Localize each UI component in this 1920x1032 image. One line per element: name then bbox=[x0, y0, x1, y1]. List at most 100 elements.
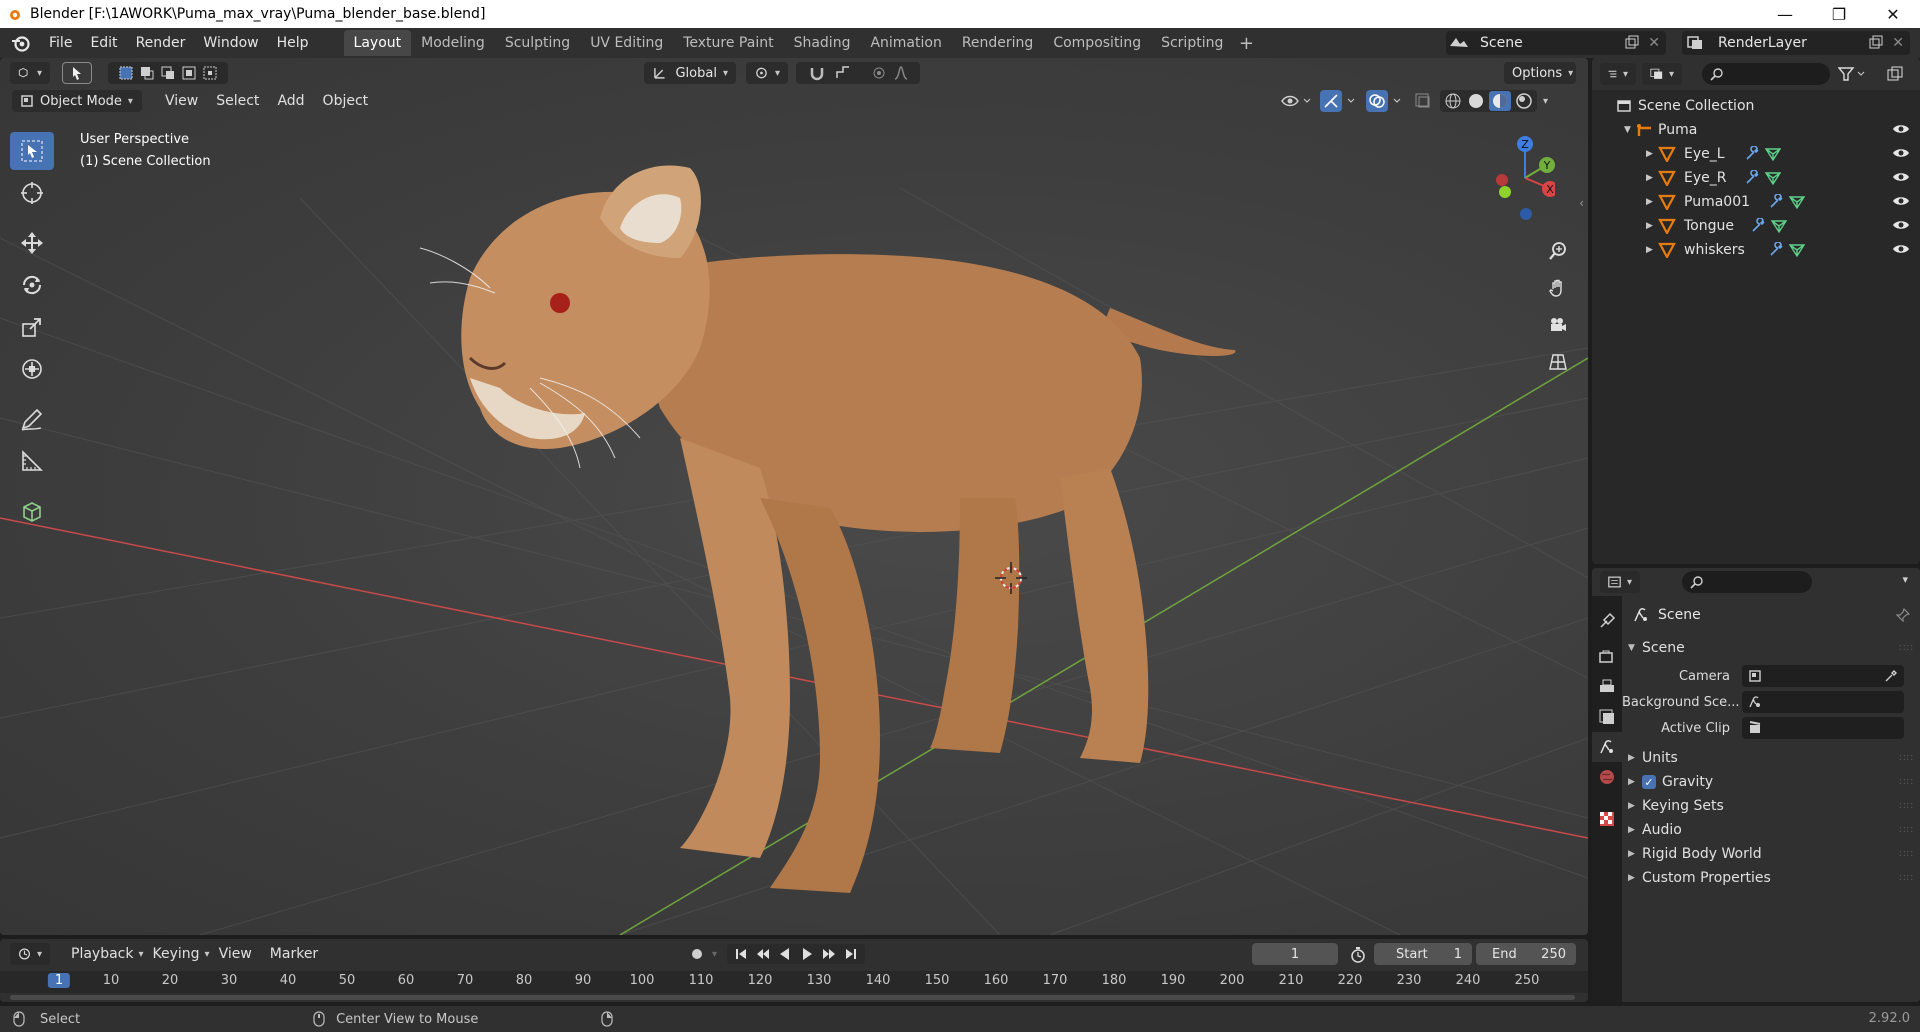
auto-keying-record-icon[interactable] bbox=[686, 943, 708, 965]
tab-view-layer[interactable] bbox=[1592, 702, 1622, 732]
pan-button[interactable] bbox=[1543, 273, 1573, 303]
view-layer-selector[interactable]: RenderLayer ✕ bbox=[1682, 31, 1910, 55]
select-intersect-icon[interactable] bbox=[202, 65, 218, 81]
zoom-button[interactable] bbox=[1543, 236, 1573, 266]
jump-to-start-icon[interactable] bbox=[733, 946, 749, 962]
perspective-toggle-button[interactable] bbox=[1543, 347, 1573, 377]
drag-handle-icon[interactable]: ∷∷ bbox=[1899, 825, 1914, 836]
close-window-button[interactable]: ✕ bbox=[1866, 0, 1920, 28]
outliner-collection-row[interactable]: ▼ Puma bbox=[1592, 118, 1920, 142]
drag-handle-icon[interactable]: ∷∷ bbox=[1899, 753, 1914, 764]
scale-tool[interactable] bbox=[10, 308, 54, 346]
new-view-layer-icon[interactable] bbox=[1868, 35, 1884, 51]
rendered-shading-icon[interactable] bbox=[1514, 91, 1534, 111]
navigation-gizmo[interactable]: Z Y X bbox=[1475, 130, 1555, 220]
tab-modeling[interactable]: Modeling bbox=[411, 30, 495, 56]
visibility-eye-icon[interactable] bbox=[1892, 242, 1910, 256]
cursor-tool[interactable] bbox=[10, 174, 54, 212]
material-preview-shading-icon[interactable] bbox=[1489, 91, 1511, 111]
tab-sculpting[interactable]: Sculpting bbox=[495, 30, 580, 56]
outliner-object-row[interactable]: ▶ Eye_L bbox=[1592, 142, 1920, 166]
editor-type-button[interactable]: ▾ bbox=[10, 62, 50, 84]
tab-texture-paint[interactable]: Texture Paint bbox=[673, 30, 783, 56]
select-extend-icon[interactable] bbox=[139, 65, 155, 81]
menu-window[interactable]: Window bbox=[194, 28, 267, 58]
start-frame-field[interactable]: Start 1 bbox=[1374, 943, 1472, 965]
xray-toggle-icon[interactable] bbox=[1412, 90, 1434, 112]
rigid-body-world-panel-header[interactable]: ▶ Rigid Body World ∷∷ bbox=[1628, 842, 1918, 866]
overlays-toggle-icon[interactable] bbox=[1366, 90, 1406, 112]
magnet-icon[interactable] bbox=[808, 64, 826, 82]
menu-help[interactable]: Help bbox=[268, 28, 318, 58]
tab-scripting[interactable]: Scripting bbox=[1151, 30, 1233, 56]
remove-view-layer-icon[interactable]: ✕ bbox=[1892, 35, 1904, 51]
expand-triangle-icon[interactable]: ▶ bbox=[1646, 197, 1658, 207]
scene-panel-header[interactable]: ▼ Scene ∷∷ bbox=[1628, 636, 1918, 660]
outliner-scene-collection-row[interactable]: Scene Collection bbox=[1592, 94, 1920, 118]
menu-edit[interactable]: Edit bbox=[81, 28, 126, 58]
snap-increment-icon[interactable] bbox=[834, 64, 852, 82]
tab-texture[interactable] bbox=[1592, 804, 1622, 834]
gravity-panel-header[interactable]: ▶ ✓ Gravity ∷∷ bbox=[1628, 770, 1918, 794]
expand-triangle-icon[interactable]: ▼ bbox=[1624, 125, 1636, 135]
proportional-edit-icon[interactable] bbox=[871, 65, 887, 81]
restore-button[interactable]: ❐ bbox=[1812, 0, 1866, 28]
pivot-point-dropdown[interactable]: ▾ bbox=[746, 62, 788, 84]
current-frame-field[interactable]: 1 bbox=[1252, 943, 1338, 965]
frame-mark[interactable]: 1 bbox=[47, 973, 71, 988]
properties-options-chevron-icon[interactable]: ▾ bbox=[1902, 573, 1908, 586]
drag-handle-icon[interactable]: ∷∷ bbox=[1899, 643, 1914, 654]
add-workspace-button[interactable]: + bbox=[1233, 33, 1259, 54]
drag-handle-icon[interactable]: ∷∷ bbox=[1899, 801, 1914, 812]
expand-triangle-icon[interactable]: ▶ bbox=[1646, 221, 1658, 231]
keying-sets-panel-header[interactable]: ▶ Keying Sets ∷∷ bbox=[1628, 794, 1918, 818]
sidebar-toggle-chevron-icon[interactable]: ‹ bbox=[1579, 196, 1584, 210]
viewport-menu-add[interactable]: Add bbox=[268, 93, 313, 109]
stopwatch-icon[interactable] bbox=[1349, 946, 1367, 964]
blender-menu-icon[interactable] bbox=[10, 32, 32, 54]
camera-field[interactable] bbox=[1742, 665, 1904, 687]
tab-uv-editing[interactable]: UV Editing bbox=[580, 30, 673, 56]
drag-handle-icon[interactable]: ∷∷ bbox=[1899, 849, 1914, 860]
select-box-tool[interactable] bbox=[10, 132, 54, 170]
measure-tool[interactable] bbox=[10, 442, 54, 480]
tab-render[interactable] bbox=[1592, 642, 1622, 672]
units-panel-header[interactable]: ▶ Units ∷∷ bbox=[1628, 746, 1918, 770]
menu-render[interactable]: Render bbox=[127, 28, 195, 58]
active-clip-field[interactable] bbox=[1742, 717, 1904, 739]
expand-triangle-icon[interactable]: ▶ bbox=[1646, 173, 1658, 183]
select-invert-icon[interactable] bbox=[181, 65, 197, 81]
viewport-menu-object[interactable]: Object bbox=[314, 93, 378, 109]
end-frame-field[interactable]: End 250 bbox=[1476, 943, 1576, 965]
expand-triangle-icon[interactable]: ▶ bbox=[1646, 245, 1658, 255]
drag-handle-icon[interactable]: ∷∷ bbox=[1899, 777, 1914, 788]
eyedropper-icon[interactable] bbox=[1884, 669, 1898, 683]
properties-editor-type-button[interactable]: ▾ bbox=[1600, 571, 1640, 593]
select-new-icon[interactable] bbox=[118, 65, 134, 81]
tab-layout[interactable]: Layout bbox=[343, 30, 412, 56]
tab-output[interactable] bbox=[1592, 672, 1622, 702]
minimize-button[interactable]: — bbox=[1758, 0, 1812, 28]
viewport-menu-select[interactable]: Select bbox=[207, 93, 268, 109]
timeline-menu-marker[interactable]: Marker bbox=[261, 946, 327, 962]
play-icon[interactable] bbox=[799, 946, 815, 962]
transform-orientation-dropdown[interactable]: Global ▾ bbox=[644, 62, 736, 84]
falloff-curve-icon[interactable] bbox=[893, 65, 909, 81]
tab-shading[interactable]: Shading bbox=[784, 30, 861, 56]
outliner-object-row[interactable]: ▶ Puma001 bbox=[1592, 190, 1920, 214]
visibility-eye-icon[interactable] bbox=[1892, 170, 1910, 184]
timeline-menu-view[interactable]: View bbox=[210, 946, 261, 962]
menu-file[interactable]: File bbox=[40, 28, 81, 58]
background-scene-field[interactable] bbox=[1742, 691, 1904, 713]
wireframe-shading-icon[interactable] bbox=[1443, 91, 1463, 111]
pin-icon[interactable] bbox=[1896, 608, 1910, 622]
visibility-eye-icon[interactable] bbox=[1892, 122, 1910, 136]
timeline-editor-type-button[interactable]: ▾ bbox=[10, 943, 50, 965]
add-cube-tool[interactable] bbox=[10, 492, 54, 530]
transform-tool[interactable] bbox=[10, 350, 54, 388]
audio-panel-header[interactable]: ▶ Audio ∷∷ bbox=[1628, 818, 1918, 842]
gizmo-toggle-icon[interactable] bbox=[1320, 90, 1360, 112]
jump-to-end-icon[interactable] bbox=[843, 946, 859, 962]
viewport-menu-view[interactable]: View bbox=[156, 93, 207, 109]
outliner-search-input[interactable] bbox=[1702, 63, 1830, 85]
